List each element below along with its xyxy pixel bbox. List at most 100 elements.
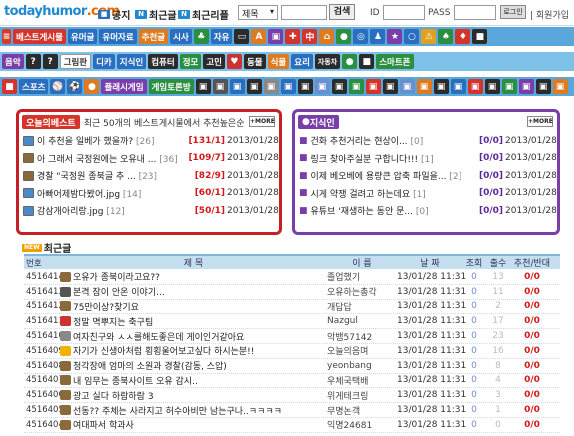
post-author[interactable]: 위게테크링: [327, 389, 397, 402]
menu-game-icon-15[interactable]: ▣: [433, 79, 449, 94]
table-row[interactable]: 4516413 본격 잠이 안온 이야기... 오유하는총각 13/01/28 11:…: [24, 285, 560, 300]
table-row[interactable]: 4516405 선동?? 주체는 사라지고 허수아비만 남는구나..ㅋㅋㅋㅋ 무명논…: [24, 403, 560, 418]
today-best-more-button[interactable]: +MORE: [249, 116, 275, 127]
menu-game-icon-1[interactable]: ▣: [195, 79, 211, 94]
menu-sports[interactable]: 스포츠: [19, 79, 49, 94]
menu-game-icon-7[interactable]: ▣: [297, 79, 313, 94]
post-author[interactable]: 우체국택배: [327, 374, 397, 387]
post-title-cell[interactable]: 여대파서 학과사: [60, 418, 327, 431]
post-title-cell[interactable]: 자기가 신생아처럼 횡횡울어보고싶다 하시는분!!: [60, 344, 327, 357]
menu-humor[interactable]: 유머글: [67, 29, 98, 44]
menu-icon-q2[interactable]: ?: [42, 54, 58, 69]
search-button[interactable]: 검색: [329, 4, 355, 20]
menu-game-icon-20[interactable]: ▣: [518, 79, 534, 94]
post-title-cell[interactable]: 정말 멱뿌지는 축구팀: [60, 315, 327, 328]
menu-worry[interactable]: 고민: [203, 54, 225, 69]
menu-plant[interactable]: 식물: [267, 54, 290, 69]
menu-icon-china[interactable]: 中: [302, 29, 318, 44]
menu-icon-a[interactable]: A: [251, 29, 267, 44]
post-author[interactable]: 악뱀57142: [327, 330, 397, 343]
menu-icon[interactable]: ≡: [2, 29, 11, 44]
menu-game-icon-10[interactable]: ▣: [348, 79, 364, 94]
menu-meetup[interactable]: 정모: [179, 54, 202, 69]
post-title[interactable]: 정말 멱뿌지는 축구팀: [73, 315, 153, 328]
menu-icon-pig[interactable]: ♥: [226, 54, 242, 69]
menu-car[interactable]: 자동차: [314, 54, 341, 69]
menu-icon-ball[interactable]: ●: [342, 54, 358, 69]
menu-game-icon-16[interactable]: ▣: [450, 79, 466, 94]
menu-icon-tree[interactable]: ♣: [193, 29, 209, 44]
jisik-item[interactable]: ■ 시게 약쟁 걸려고 하는데요 [1] [0/0] 2013/01/28: [295, 185, 557, 203]
best-item[interactable]: 이 추천을 일베가 했을까? [26] [131/1] 2013/01/28: [19, 132, 279, 150]
search-input[interactable]: [281, 5, 327, 20]
table-row[interactable]: 4516411 정말 멱뿌지는 축구팀 Nazgul 13/01/28 11:31 0 1…: [24, 314, 560, 330]
menu-icon-circle[interactable]: ○: [404, 29, 420, 44]
menu-game-icon-17[interactable]: ▣: [467, 79, 483, 94]
best-item[interactable]: 아빠어제밤다봤어.jpg [14] [60/1] 2013/01/28: [19, 185, 279, 203]
post-title-cell[interactable]: 청각장애 엄마의 소원과 경찰(감동, 스압): [60, 359, 327, 372]
menu-recommend[interactable]: 추천글: [138, 29, 169, 44]
post-author[interactable]: 오유하는총각: [327, 285, 397, 298]
menu-icon-r1[interactable]: ■: [2, 79, 17, 94]
menu-game-icon-13[interactable]: ▣: [399, 79, 415, 94]
menu-icon-people[interactable]: ♟: [370, 29, 386, 44]
table-row[interactable]: 4516409 자기가 신생아처럼 횡횡울어보고싶다 하시는분!! 오늘의음며 13/…: [24, 344, 560, 359]
menu-dica[interactable]: 디카: [93, 54, 115, 69]
post-title-cell[interactable]: 선동?? 주체는 사라지고 허수아비만 남는구나..ㅋㅋㅋㅋ: [60, 404, 327, 417]
jisik-item[interactable]: ■ 이제 베오베에 용량큰 압축 파일을... [2] [0/0] 2013/01/2…: [295, 167, 557, 185]
post-title[interactable]: 여대파서 학과사: [73, 418, 134, 431]
post-title-cell[interactable]: 오유가 종북이라고요??: [60, 270, 327, 283]
post-author[interactable]: yeonbang: [327, 361, 397, 371]
menu-icon-star[interactable]: ★: [387, 29, 403, 44]
table-row[interactable]: 4516404 여대파서 학과사 익명24681 13/01/28 11:31 0 0 0/…: [24, 418, 560, 433]
table-row[interactable]: 4516414 오유가 종북이라고요?? 졸업했기 13/01/28 11:31 0 13…: [24, 270, 560, 285]
post-author[interactable]: 무명논객: [327, 404, 397, 417]
jisik-more-button[interactable]: +MORE: [527, 116, 553, 127]
latest-reply-link[interactable]: N 최근리플: [178, 7, 229, 22]
menu-game-icon-14[interactable]: ▣: [416, 79, 432, 94]
post-title[interactable]: 여자친구와 ㅅㅅ를해도좋은데 게이인거같아요: [73, 330, 244, 343]
jisik-tag[interactable]: ● 지식인: [298, 115, 339, 129]
menu-icon-basket[interactable]: ●: [84, 79, 100, 94]
table-row[interactable]: 4516410 여자친구와 ㅅㅅ를해도좋은데 게이인거같아요 악뱀57142 13/0…: [24, 329, 560, 344]
menu-game-icon-8[interactable]: ▣: [314, 79, 330, 94]
menu-game-icon-21[interactable]: ▣: [535, 79, 551, 94]
menu-game-icon-5[interactable]: ▣: [263, 79, 279, 94]
search-field-select[interactable]: 제목: [238, 5, 278, 20]
menu-icon-b[interactable]: ■: [359, 54, 375, 69]
menu-icon-baseball[interactable]: ⚾: [50, 79, 66, 94]
latest-best-link[interactable]: N 최근글: [135, 7, 177, 22]
table-row[interactable]: 4516412 75만이상?찾기요 개답답 13/01/28 11:31 0 2 0/0: [24, 300, 560, 315]
post-title[interactable]: 선동?? 주체는 사라지고 허수아비만 남는구나..ㅋㅋㅋㅋ: [73, 404, 282, 417]
menu-computer[interactable]: 컴퓨터: [148, 54, 178, 69]
menu-humor-data[interactable]: 유머자료: [99, 29, 137, 44]
menu-cook[interactable]: 요리: [291, 54, 313, 69]
menu-jisik[interactable]: 지식인: [116, 54, 147, 69]
menu-icon-green[interactable]: ●: [336, 29, 352, 44]
menu-smartphone[interactable]: 스마트폰: [376, 54, 414, 69]
menu-icon-cross[interactable]: ✚: [285, 29, 301, 44]
menu-game-icon-22[interactable]: ▣: [552, 79, 568, 94]
post-title[interactable]: 자기가 신생아처럼 횡횡울어보고싶다 하시는분!!: [73, 344, 254, 357]
post-author[interactable]: Nazgul: [327, 316, 397, 326]
table-row[interactable]: 4516406 광고 실다 하람하람 3 위게테크링 13/01/28 11:31 0 3…: [24, 388, 560, 404]
password-input[interactable]: [454, 5, 496, 20]
table-row[interactable]: 4516407 내 임무는 종북사이트 오유 감시.. 우체국택배 13/01/28 …: [24, 374, 560, 389]
menu-game-icon-2[interactable]: ▣: [212, 79, 228, 94]
menu-icon-fire[interactable]: ♦: [455, 29, 471, 44]
best-item[interactable]: 아 그래서 국정원에는 오유내 ... [36] [109/7] 2013/01/2…: [19, 150, 279, 168]
post-title-cell[interactable]: 본격 잠이 안온 이야기...: [60, 285, 327, 298]
today-best-tag[interactable]: 오늘의베스트: [22, 115, 80, 129]
menu-game-icon-18[interactable]: ▣: [484, 79, 500, 94]
menu-flash-game[interactable]: 플래시게임: [101, 79, 147, 94]
menu-game-icon-3[interactable]: ▣: [229, 79, 245, 94]
menu-best[interactable]: 베스트게시물: [13, 29, 66, 44]
jisik-item[interactable]: ■ 건화 추천거리는 현상이... [0] [0/0] 2013/01/28: [295, 132, 557, 150]
post-title[interactable]: 청각장애 엄마의 소원과 경찰(감동, 스압): [73, 359, 227, 372]
jisik-item[interactable]: ■ 링크 찾아주실분 구합니다!!! [1] [0/0] 2013/01/28: [295, 150, 557, 168]
menu-icon-purple[interactable]: ▣: [268, 29, 284, 44]
post-author[interactable]: 졸업했기: [327, 270, 397, 283]
post-title[interactable]: 내 임무는 종북사이트 오유 감시..: [73, 374, 198, 387]
best-item[interactable]: 경찰 "국정원 종북글 추 ... [23] [82/9] 2013/01/28: [19, 167, 279, 185]
menu-icon-dark[interactable]: ■: [472, 29, 488, 44]
